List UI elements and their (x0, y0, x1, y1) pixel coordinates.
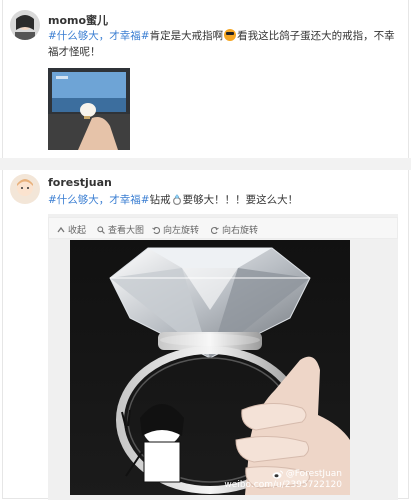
watermark-url: weibo.com/u/2395722120 (224, 480, 342, 490)
avatar[interactable] (10, 174, 40, 204)
ring-emoji-icon (171, 193, 183, 206)
author-name[interactable]: momo蜜儿 (48, 12, 108, 28)
watermark-handle: @ForestJuan (285, 469, 342, 479)
collapse-button[interactable]: 收起 (57, 223, 86, 236)
avatar[interactable] (10, 10, 40, 40)
text-a: 钻戒 (149, 194, 171, 206)
post-text: #什么够大，才幸福#肯定是大戒指啊 看我这比鸽子蛋还大的戒指，不幸福才怪呢！ (48, 28, 399, 60)
zoom-icon (97, 225, 105, 234)
arrow-up-icon (57, 226, 65, 234)
image-toolbar: 收起 查看大图 向左旋转 向右旋转 (48, 217, 398, 239)
cool-face-emoji-icon (224, 29, 237, 41)
post-image-large[interactable]: @ForestJuan weibo.com/u/2395722120 (70, 240, 350, 495)
post-thumbnail[interactable] (48, 68, 130, 150)
rotate-right-icon (210, 226, 219, 234)
image-watermark: @ForestJuan weibo.com/u/2395722120 (224, 469, 342, 491)
post-1: momo蜜儿 #什么够大，才幸福#肯定是大戒指啊 看我这比鸽子蛋还大的戒指，不幸福… (0, 0, 411, 158)
topic-tag[interactable]: #什么够大，才幸福# (48, 194, 150, 206)
rotate-right-label: 向右旋转 (222, 226, 259, 236)
rotate-left-label: 向左旋转 (163, 226, 200, 236)
rotate-right-button[interactable]: 向右旋转 (210, 223, 259, 236)
view-large-button[interactable]: 查看大图 (97, 223, 144, 236)
post-text: #什么够大，才幸福#钻戒 要够大！！！要这么大！ (48, 192, 399, 208)
topic-tag[interactable]: #什么够大，才幸福# (48, 30, 150, 42)
view-large-label: 查看大图 (108, 226, 145, 236)
weibo-logo-icon (272, 470, 283, 479)
rotate-left-icon (152, 226, 161, 234)
text-b: 要够大！！！要这么大！ (182, 194, 299, 206)
rotate-left-button[interactable]: 向左旋转 (152, 223, 199, 236)
text-a: 肯定是大戒指啊 (149, 30, 224, 42)
post-divider (0, 158, 411, 170)
author-name[interactable]: forestjuan (48, 176, 112, 189)
collapse-label: 收起 (68, 226, 87, 236)
